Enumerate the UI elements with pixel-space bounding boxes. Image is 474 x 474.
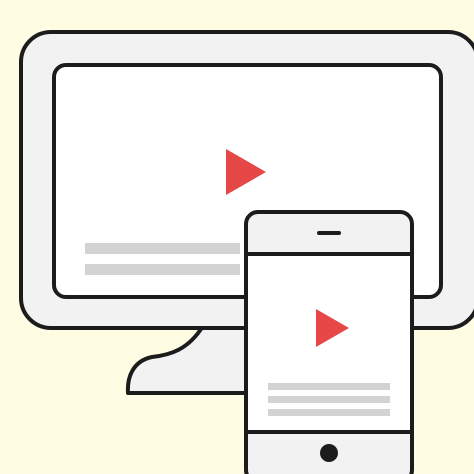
- monitor-stand: [125, 324, 260, 395]
- speaker-icon: [317, 231, 341, 235]
- desktop-text-line: [85, 243, 240, 254]
- home-button-icon[interactable]: [320, 444, 338, 462]
- devices-illustration: [19, 30, 474, 474]
- tablet-text-line: [268, 409, 390, 416]
- desktop-text-line: [85, 264, 240, 275]
- tablet-text-line: [268, 383, 390, 390]
- tablet-text-line: [268, 396, 390, 403]
- tablet-screen: [244, 252, 414, 434]
